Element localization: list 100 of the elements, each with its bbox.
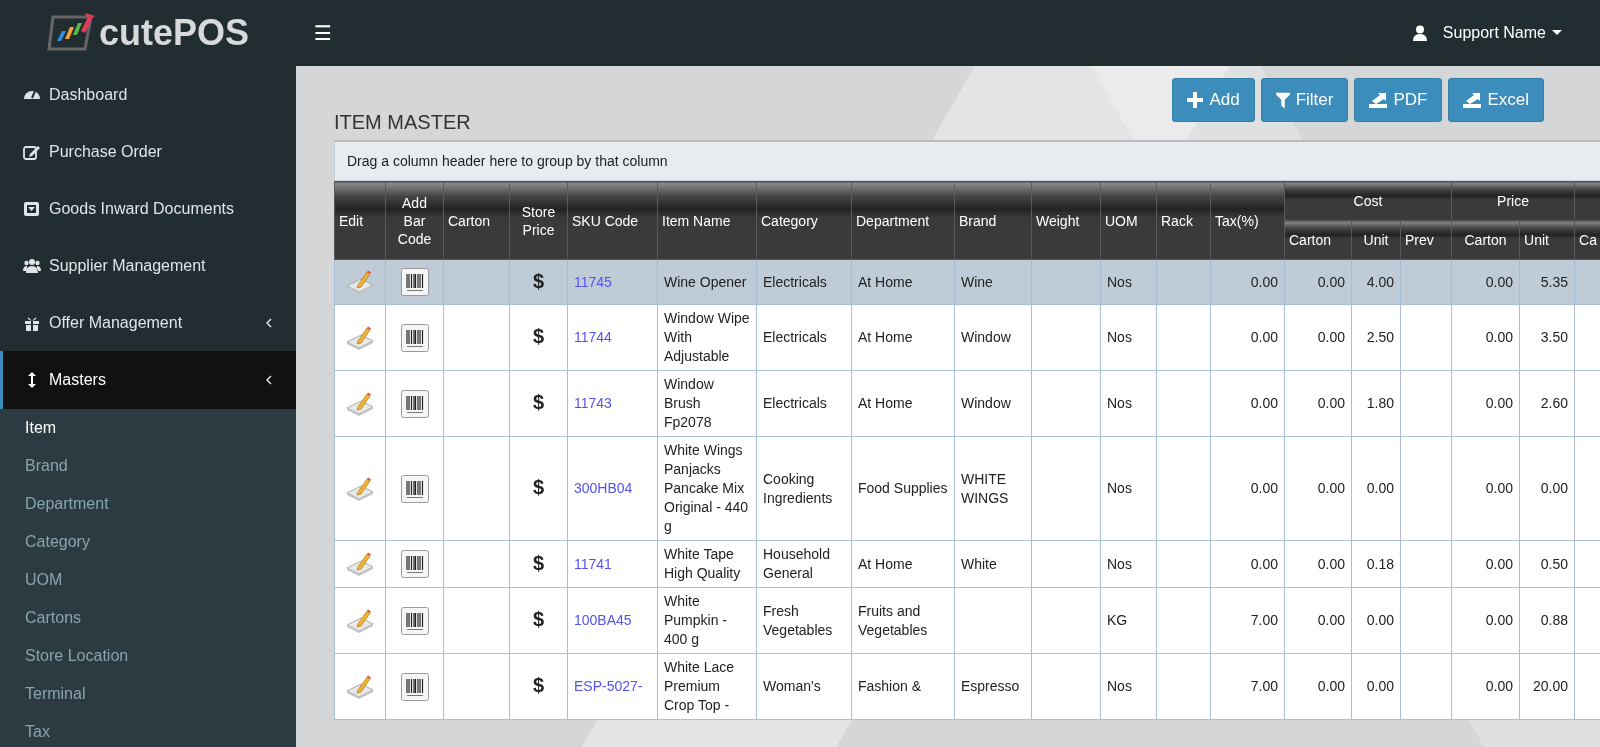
sidebar-item[interactable]: Masters (0, 351, 296, 409)
edit-icon[interactable] (345, 325, 375, 350)
table-cell: Electricals (763, 329, 827, 345)
menu-button[interactable]: ☰ (306, 17, 340, 49)
barcode-icon[interactable] (400, 550, 429, 578)
store-price: $ (532, 608, 545, 630)
table-cell: At Home (858, 329, 913, 345)
barcode-icon[interactable] (400, 389, 429, 418)
barcode-icon[interactable] (400, 268, 429, 296)
submenu-item[interactable]: Cartons (0, 599, 296, 637)
table-row[interactable]: $ 11744 Window Wipe With Adjustable Electricals At Home Window Nos 0.00 0.00 2.50 0.00 3.50 (334, 304, 1600, 371)
sku-link[interactable]: 11744 (574, 329, 612, 345)
table-cell: 0.00 (1250, 555, 1278, 572)
table-row[interactable]: $ 11741 White Tape High Quality Household General At Home White Nos 0.00 0.00 0.18 0.00 0.50 (334, 540, 1600, 588)
table-cell: 0.00 (1317, 555, 1345, 572)
barcode-icon[interactable] (400, 672, 429, 701)
pdf-button[interactable]: PDF (1354, 78, 1443, 122)
submenu-item[interactable]: Department (0, 485, 296, 523)
submenu-item[interactable]: Category (0, 523, 296, 561)
table-row[interactable]: $ ESP-5027- White Lace Premium Crop Top - Woman's Fashion & Espresso Nos 7.00 0.00 0.00 0.00 20.00 (334, 653, 1600, 720)
sidebar-item[interactable]: Offer Management (0, 294, 296, 351)
sku-link[interactable]: 300HB04 (574, 480, 633, 496)
table-cell: Nos (1107, 273, 1132, 290)
edit-icon[interactable] (345, 608, 375, 633)
edit-icon[interactable] (345, 552, 375, 576)
table-cell: Food Supplies (858, 480, 948, 496)
table-cell: 0.00 (1317, 395, 1345, 411)
table-cell: 3.50 (1540, 329, 1568, 345)
sidebar-item[interactable]: Purchase Order (0, 123, 296, 180)
submenu-item[interactable]: Terminal (0, 675, 296, 713)
filter-icon (1275, 91, 1290, 109)
table-row[interactable]: $ 11743 Window Brush Fp2078 Electricals At Home Window Nos 0.00 0.00 1.80 0.00 2.60 (334, 370, 1600, 437)
column-header[interactable]: Add Bar Code (385, 181, 444, 260)
table-cell: Nos (1107, 395, 1132, 411)
table-row[interactable]: $ 11745 Wine Opener Electricals At Home Wine Nos 0.00 0.00 4.00 0.00 5.35 (334, 259, 1600, 305)
column-header[interactable]: Carton (1284, 220, 1352, 260)
column-header[interactable]: Weight (1031, 181, 1101, 260)
excel-button[interactable]: Excel (1448, 78, 1544, 122)
column-header[interactable]: Brand (954, 181, 1032, 260)
column-header[interactable]: Prev (1400, 220, 1452, 260)
column-header[interactable]: Store Price (509, 181, 568, 260)
table-cell: Window (961, 329, 1011, 345)
sku-link[interactable]: 11741 (574, 555, 612, 572)
edit-icon[interactable] (345, 391, 375, 416)
table-cell: 0.00 (1540, 480, 1568, 496)
sku-link[interactable]: 100BA45 (574, 612, 632, 628)
sidebar-item[interactable]: Goods Inward Documents (0, 180, 296, 237)
column-header[interactable]: Carton (1451, 220, 1520, 260)
column-header[interactable]: Edit (334, 181, 386, 260)
submenu-item[interactable]: Item (0, 409, 296, 447)
table-cell: Nos (1107, 329, 1132, 345)
table-cell: 0.00 (1250, 395, 1278, 411)
plus-icon (1187, 92, 1204, 108)
user-icon (1412, 25, 1427, 41)
barcode-icon[interactable] (400, 606, 429, 635)
barcode-icon[interactable] (400, 474, 429, 503)
table-cell: 0.00 (1485, 612, 1513, 628)
submenu-item[interactable]: Brand (0, 447, 296, 485)
table-cell: Window Wipe With Adjustable (664, 310, 750, 364)
column-group-header: Cost (1284, 181, 1452, 221)
barcode-icon[interactable] (400, 323, 429, 352)
submenu-item[interactable]: UOM (0, 561, 296, 599)
table-cell: 0.00 (1317, 273, 1345, 290)
column-header[interactable]: Item Name (657, 181, 757, 260)
submenu-item[interactable]: Tax (0, 713, 296, 747)
sku-link[interactable]: ESP-5027- (574, 678, 643, 694)
column-header[interactable]: Category (756, 181, 852, 260)
store-price: $ (532, 476, 545, 498)
table-cell: 0.00 (1317, 480, 1345, 496)
column-header[interactable]: Unit (1519, 220, 1575, 260)
table-cell: 0.00 (1485, 329, 1513, 345)
table-row[interactable]: $ 100BA45 White Pumpkin - 400 g Fresh Vegetables Fruits and Vegetables KG 7.00 0.00 0.00 0.00 0.88 (334, 587, 1600, 654)
column-group-header: Price (1451, 181, 1575, 221)
table-cell: 4.00 (1366, 273, 1394, 290)
table-cell: At Home (858, 395, 913, 411)
table-cell: Nos (1107, 480, 1132, 496)
edit-icon[interactable] (345, 674, 375, 699)
column-header[interactable]: Rack (1156, 181, 1211, 260)
table-cell: KG (1107, 612, 1128, 628)
sku-link[interactable]: 11743 (574, 395, 612, 411)
inbox-icon (23, 200, 41, 217)
sidebar-item[interactable]: Supplier Management (0, 237, 296, 294)
column-header[interactable]: SKU Code (567, 181, 658, 260)
table-cell: 7.00 (1250, 612, 1278, 628)
add-button[interactable]: Add (1172, 78, 1255, 122)
user-menu[interactable]: Support Name (1442, 24, 1562, 42)
sidebar-item[interactable]: Dashboard (0, 66, 296, 123)
table-cell: 1.80 (1366, 395, 1394, 411)
table-cell: 5.35 (1540, 273, 1568, 290)
column-header[interactable]: UOM (1100, 181, 1157, 260)
column-header[interactable]: Department (851, 181, 955, 260)
table-cell: Window Brush Fp2078 (664, 376, 714, 430)
column-header[interactable]: Unit (1351, 220, 1401, 260)
table-cell: 0.18 (1366, 555, 1394, 572)
edit-icon[interactable] (345, 476, 375, 501)
column-header[interactable]: Carton (443, 181, 510, 260)
submenu-item[interactable]: Store Location (0, 637, 296, 675)
column-header[interactable]: Tax(%) (1210, 181, 1285, 260)
table-cell: 0.00 (1485, 678, 1513, 694)
filter-button[interactable]: Filter (1260, 78, 1349, 122)
